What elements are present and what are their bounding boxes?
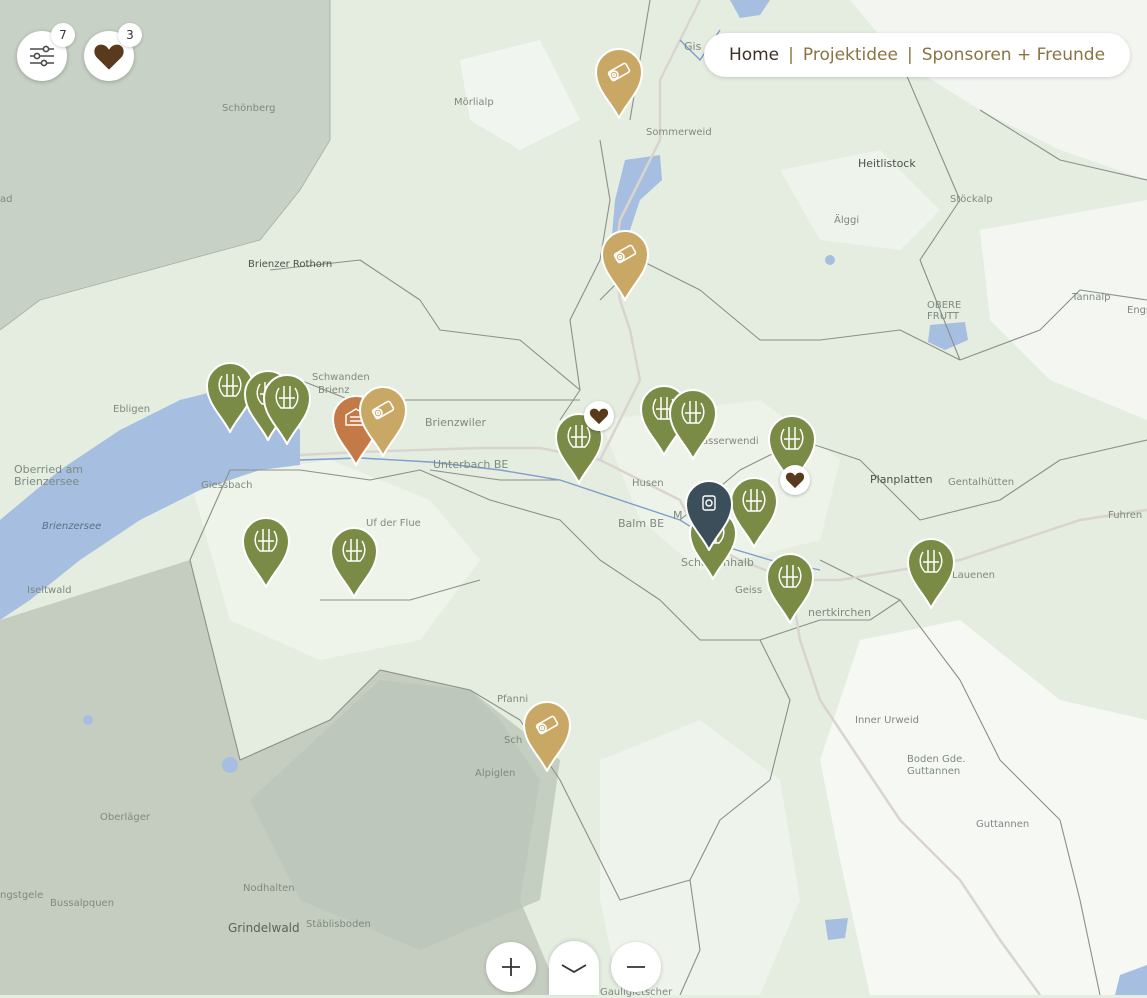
map-canvas[interactable] — [0, 0, 1147, 995]
place-ebligen: Ebligen — [113, 404, 151, 415]
place-tannalp: Tannalp — [1072, 292, 1111, 303]
place-wilerlauenen: Lauenen — [952, 570, 996, 581]
zoom-out-button[interactable] — [611, 942, 661, 992]
forest-pin-icon — [668, 389, 718, 462]
nav-sponsoren[interactable]: Sponsoren + Freunde — [922, 45, 1105, 65]
place-schwarzwald: Sch — [504, 735, 523, 746]
forest-pin[interactable] — [241, 516, 291, 592]
heart-icon — [94, 44, 124, 70]
place-schwanden: Schwanden — [312, 372, 370, 383]
place-obere-frutt: OBERE FRUTT — [927, 300, 962, 322]
forest-pin-icon — [906, 538, 956, 611]
place-sommerweid: Sommerweid — [646, 127, 712, 138]
sliders-icon — [30, 45, 54, 67]
place-staeblisboden: Stäblisboden — [306, 919, 371, 930]
place-giessbach: Giessbach — [201, 480, 253, 491]
forest-pin[interactable] — [906, 537, 956, 613]
special-pin-icon — [684, 480, 734, 553]
sawmill-pin[interactable] — [522, 700, 572, 776]
nav-home[interactable]: Home — [729, 45, 779, 65]
place-husen: Husen — [632, 478, 664, 489]
favorites-count-badge: 3 — [118, 23, 142, 47]
place-geissholz: Geiss — [735, 585, 763, 596]
sawmill-pin-icon — [600, 230, 650, 303]
forest-pin[interactable] — [765, 552, 815, 628]
place-schoenberg: Schönberg — [222, 103, 276, 114]
place-giswil: Gis — [684, 40, 702, 53]
forest-pin-icon — [765, 553, 815, 626]
zoom-in-button[interactable] — [486, 942, 536, 992]
plus-icon — [502, 958, 520, 976]
place-innertkirchen: nertkirchen — [808, 606, 872, 619]
nav-separator: | — [906, 45, 913, 65]
place-bussalp: Bussalpquen — [50, 898, 115, 909]
favorites-button[interactable]: 3 — [84, 23, 142, 81]
place-oberried: Oberried am Brienzersee — [14, 463, 84, 488]
place-unterbach: Unterbach BE — [433, 458, 509, 471]
place-guttannen: Guttannen — [976, 819, 1030, 830]
place-ngstgele: ngstgele — [0, 890, 44, 901]
filter-count-badge: 7 — [51, 23, 75, 47]
place-fuhren: Fuhren — [1108, 510, 1143, 521]
forest-pin[interactable] — [262, 373, 312, 449]
place-engstlen: Engs — [1127, 305, 1147, 316]
main-nav: Home | Projektidee | Sponsoren + Freunde — [704, 33, 1130, 77]
nav-separator: | — [788, 45, 794, 65]
place-ad: ad — [0, 194, 13, 205]
forest-pin[interactable] — [668, 388, 718, 464]
heart-icon — [589, 408, 609, 425]
forest-pin-icon — [329, 527, 379, 600]
sawmill-pin-icon — [358, 386, 408, 459]
chevron-down-icon — [561, 964, 587, 974]
favorite-marker[interactable] — [780, 465, 810, 495]
place-brienzersee: Brienzersee — [42, 521, 102, 532]
drawer-toggle-button[interactable] — [549, 941, 599, 995]
sawmill-pin-icon — [594, 48, 644, 121]
place-nodhalten: Nodhalten — [243, 883, 295, 894]
forest-pin-icon — [262, 374, 312, 447]
sawmill-pin-icon — [522, 701, 572, 774]
special-pin[interactable] — [684, 479, 734, 555]
place-m: M — [673, 509, 683, 522]
sawmill-pin[interactable] — [600, 229, 650, 305]
forest-pin[interactable] — [329, 526, 379, 602]
sawmill-pin[interactable] — [358, 385, 408, 461]
filter-button[interactable]: 7 — [17, 23, 75, 81]
place-stoeckalp: Stöckalp — [950, 194, 993, 205]
forest-pin-icon — [241, 517, 291, 590]
place-gental: Gentalhütten — [948, 477, 1015, 488]
place-brienzer-rothorn: Brienzer Rothorn — [248, 259, 333, 270]
minus-icon — [627, 966, 645, 968]
favorite-marker[interactable] — [584, 401, 614, 431]
place-oberlaeger: Oberläger — [100, 812, 150, 823]
place-heitlistock: Heitlistock — [858, 157, 916, 170]
place-brienzwiler: Brienzwiler — [425, 416, 487, 429]
place-iseltwald: Iseltwald — [27, 585, 72, 596]
sawmill-pin[interactable] — [594, 47, 644, 123]
place-balm: Balm BE — [618, 517, 665, 530]
place-alpiglen: Alpiglen — [475, 768, 516, 779]
place-moerlialp: Mörlialp — [454, 97, 494, 108]
place-aelggi: Älggi — [834, 215, 860, 226]
place-innerurweid: Inner Urweid — [855, 715, 919, 726]
nav-projektidee[interactable]: Projektidee — [803, 45, 898, 65]
place-planplatten: Planplatten — [870, 473, 933, 486]
place-grindelwald: Grindelwald — [228, 921, 300, 935]
place-bodenguttannen: Boden Gde. Guttannen — [907, 754, 966, 777]
heart-icon — [785, 472, 805, 489]
lake-small-1 — [825, 918, 848, 940]
